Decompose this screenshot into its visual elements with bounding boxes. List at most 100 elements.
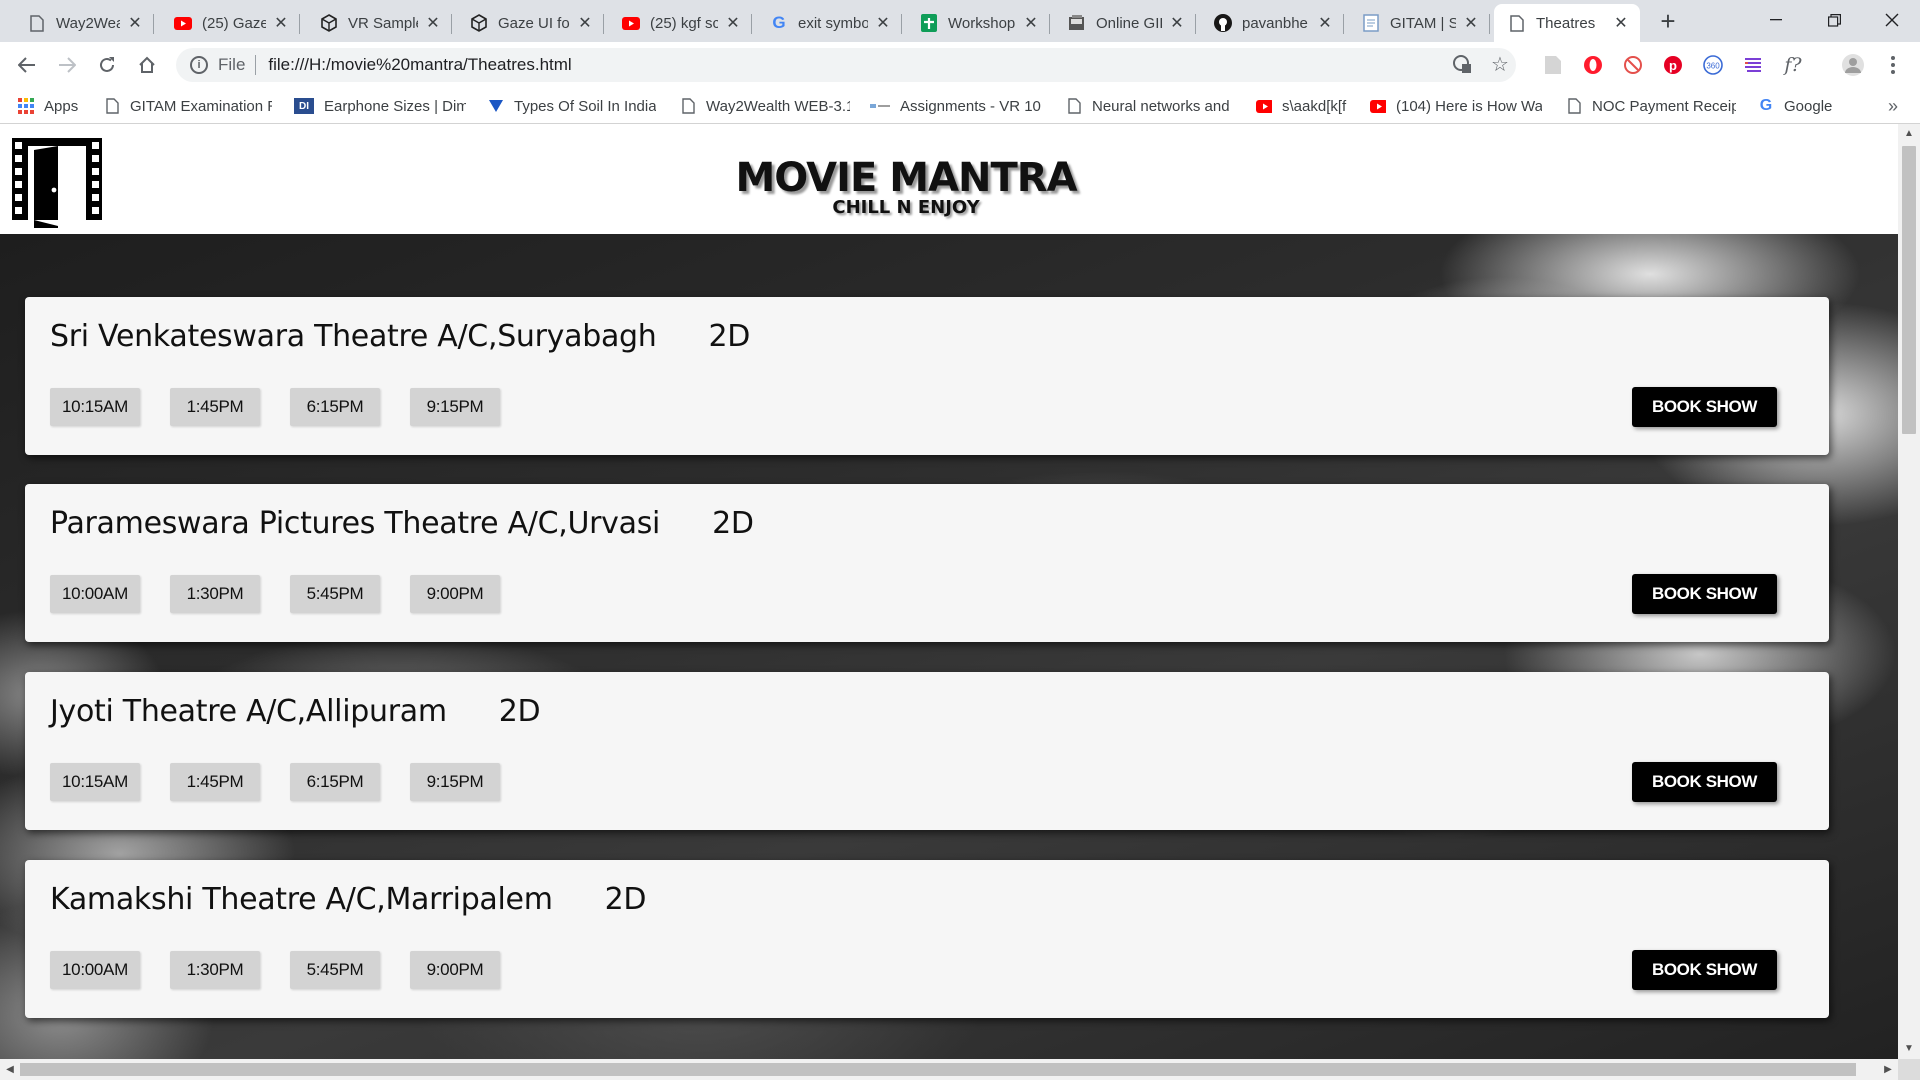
browser-tab[interactable]: Online GIF ✕ (1054, 4, 1196, 42)
showtime-button[interactable]: 5:45PM (290, 951, 380, 989)
minimize-button[interactable] (1748, 0, 1804, 40)
showtime-button[interactable]: 6:15PM (290, 388, 380, 426)
close-icon[interactable]: ✕ (1168, 13, 1186, 33)
bookmark-item[interactable]: DI Earphone Sizes | Dim (294, 94, 466, 118)
bookmark-item[interactable]: Way2Wealth WEB-3.1 (680, 94, 850, 118)
block-icon[interactable] (1620, 52, 1646, 78)
address-bar[interactable]: i File file:///H:/movie%20mantra/Theatre… (176, 48, 1516, 82)
close-icon[interactable]: ✕ (1022, 13, 1040, 33)
close-icon[interactable]: ✕ (424, 13, 442, 33)
close-icon[interactable]: ✕ (1316, 13, 1334, 33)
browser-tab[interactable]: GITAM | St ✕ (1348, 4, 1490, 42)
formula-icon[interactable]: f? (1780, 52, 1806, 78)
showtime-button[interactable]: 10:15AM (50, 388, 140, 426)
bookmark-item[interactable]: Apps (18, 94, 98, 118)
showtime-button[interactable]: 1:45PM (170, 763, 260, 801)
browser-tab[interactable]: G exit symbo ✕ (756, 4, 902, 42)
home-button[interactable] (132, 50, 162, 80)
reload-button[interactable] (92, 50, 122, 80)
close-window-button[interactable] (1864, 0, 1920, 40)
page-viewport: MOVIE MANTRA CHILL N ENJOY Sri Venkatesw… (0, 124, 1898, 1059)
close-icon[interactable]: ✕ (874, 13, 892, 33)
brand: MOVIE MANTRA CHILL N ENJOY (700, 158, 1112, 218)
profile-avatar-icon[interactable] (1840, 52, 1866, 78)
showtime-button[interactable]: 1:45PM (170, 388, 260, 426)
close-icon[interactable]: ✕ (1462, 13, 1480, 33)
vertical-scroll-thumb[interactable] (1902, 146, 1916, 434)
close-icon[interactable]: ✕ (724, 13, 742, 33)
showtime-button[interactable]: 9:00PM (410, 951, 500, 989)
bookmark-label: Earphone Sizes | Dim (324, 97, 466, 115)
browser-tab[interactable]: Gaze UI fo ✕ (456, 4, 604, 42)
bookmark-item[interactable]: Assignments - VR 10 (870, 94, 1042, 118)
showtime-button[interactable]: 1:30PM (170, 575, 260, 613)
bookmark-item[interactable]: Types Of Soil In India (488, 94, 656, 118)
horizontal-scroll-thumb[interactable] (20, 1063, 1856, 1076)
scroll-right-arrow-icon[interactable]: ▶ (1878, 1059, 1898, 1080)
tab-divider (1489, 14, 1490, 34)
book-show-button[interactable]: BOOK SHOW (1632, 762, 1777, 802)
showtime-button[interactable]: 9:15PM (410, 388, 500, 426)
close-icon[interactable]: ✕ (1612, 13, 1630, 33)
showtime-button[interactable]: 6:15PM (290, 763, 380, 801)
scroll-left-arrow-icon[interactable]: ◀ (0, 1059, 20, 1080)
book-show-button[interactable]: BOOK SHOW (1632, 387, 1777, 427)
browser-tab[interactable]: VR Sample ✕ (306, 4, 452, 42)
new-tab-button[interactable]: + (1654, 8, 1682, 36)
menu-icon[interactable] (1880, 52, 1906, 78)
pinterest-icon[interactable]: p (1660, 52, 1686, 78)
youtube-icon (1370, 98, 1386, 114)
close-icon[interactable]: ✕ (576, 13, 594, 33)
bookmark-item[interactable]: (104) Here is How Wa (1370, 94, 1542, 118)
browser-tab[interactable]: (25) Gaze ✕ (160, 4, 300, 42)
google-icon: G (1759, 97, 1773, 114)
browser-tab-active[interactable]: Theatres ✕ (1494, 4, 1640, 42)
scroll-down-arrow-icon[interactable]: ▼ (1898, 1039, 1920, 1059)
bookmark-item[interactable]: s\aakd[k[f (1256, 94, 1356, 118)
tab-divider (603, 14, 604, 34)
book-show-button[interactable]: BOOK SHOW (1632, 950, 1777, 990)
theatre-card: Kamakshi Theatre A/C,Marripalem 2D 10:00A… (25, 860, 1829, 1018)
tab-divider (751, 14, 752, 34)
info-icon[interactable]: i (190, 56, 208, 74)
showtime-button[interactable]: 1:30PM (170, 951, 260, 989)
360-icon[interactable]: 360 (1700, 52, 1726, 78)
close-icon[interactable]: ✕ (126, 13, 144, 33)
browser-tab[interactable]: Workshop ✕ (906, 4, 1050, 42)
bookmark-label: Assignments - VR 10 (900, 97, 1041, 115)
opera-icon[interactable] (1580, 52, 1606, 78)
horizontal-scrollbar[interactable]: ◀ ▶ (0, 1059, 1898, 1080)
page-icon (680, 98, 696, 114)
bookmark-item[interactable]: NOC Payment Receip (1566, 94, 1736, 118)
showtime-button[interactable]: 10:15AM (50, 763, 140, 801)
bookmark-item[interactable]: Neural networks and (1066, 94, 1232, 118)
lines-extension-icon[interactable] (1740, 52, 1766, 78)
vertical-scrollbar[interactable]: ▲ ▼ (1898, 124, 1920, 1059)
github-icon (1214, 14, 1232, 32)
showtime-button[interactable]: 5:45PM (290, 575, 380, 613)
bookmark-item[interactable]: GITAM Examination R (104, 94, 272, 118)
showtime-button[interactable]: 10:00AM (50, 575, 140, 613)
bookmarks-overflow-button[interactable]: » (1888, 96, 1898, 117)
translate-icon[interactable] (1448, 50, 1476, 78)
browser-tab[interactable]: Way2Weal ✕ (14, 4, 154, 42)
url-text[interactable]: file:///H:/movie%20mantra/Theatres.html (268, 55, 571, 75)
close-icon[interactable]: ✕ (272, 13, 290, 33)
svg-text:p: p (1669, 58, 1677, 73)
showtime-button[interactable]: 10:00AM (50, 951, 140, 989)
forward-button[interactable] (52, 50, 82, 80)
scroll-up-arrow-icon[interactable]: ▲ (1898, 124, 1920, 144)
bookmark-label: Way2Wealth WEB-3.1 (706, 97, 850, 115)
back-button[interactable] (12, 50, 42, 80)
showtime-button[interactable]: 9:00PM (410, 575, 500, 613)
browser-tab[interactable]: (25) kgf sc ✕ (608, 4, 752, 42)
bookmark-item[interactable]: G Google (1758, 94, 1848, 118)
browser-tab[interactable]: pavanbhe ✕ (1200, 4, 1344, 42)
youtube-icon (622, 14, 640, 32)
pdf-extension-icon[interactable] (1540, 52, 1566, 78)
showtime-list: 10:00AM 1:30PM 5:45PM 9:00PM (50, 951, 530, 989)
restore-button[interactable] (1806, 0, 1862, 40)
star-icon[interactable]: ☆ (1486, 50, 1514, 78)
book-show-button[interactable]: BOOK SHOW (1632, 574, 1777, 614)
showtime-button[interactable]: 9:15PM (410, 763, 500, 801)
